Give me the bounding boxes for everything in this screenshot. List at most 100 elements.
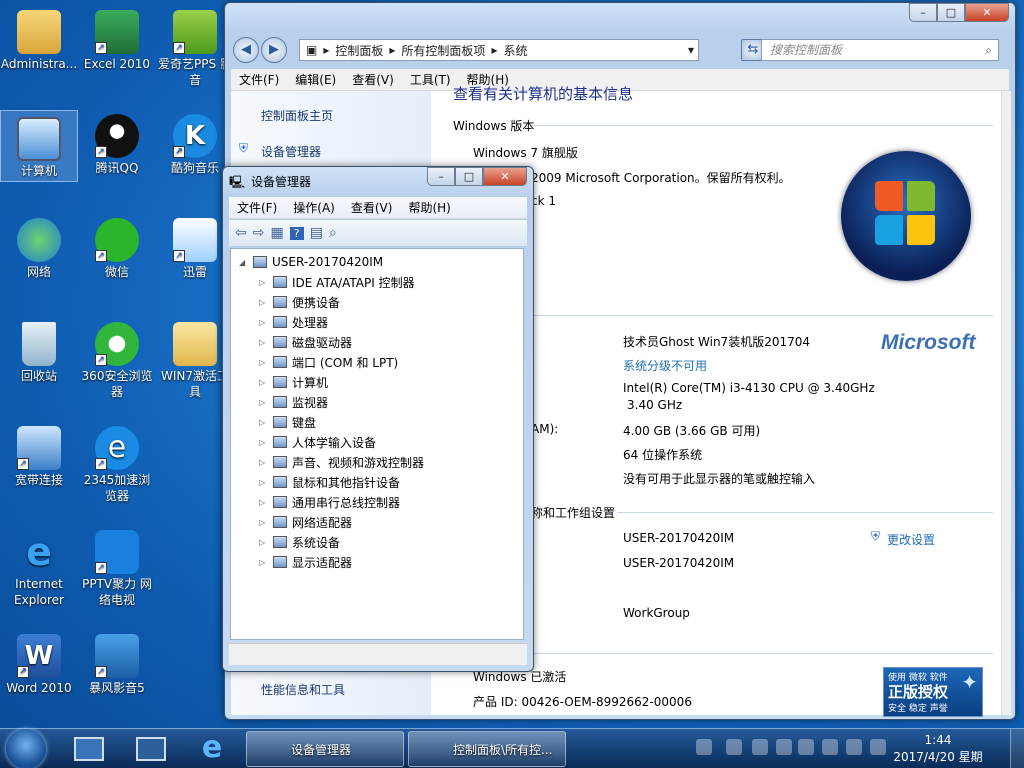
genuine-badge[interactable]: 使用 微软 软件 正版授权 安全 稳定 声誉 ✦ bbox=[883, 667, 983, 717]
ie-quicklaunch-icon[interactable]: e bbox=[196, 733, 228, 765]
tree-node-ide[interactable]: ▷ IDE ATA/ATAPI 控制器 bbox=[259, 273, 415, 291]
performance-tools-link[interactable]: 性能信息和工具 bbox=[261, 681, 345, 698]
desktop-icon-excel[interactable]: ↗ Excel 2010 bbox=[78, 4, 156, 72]
menu-help[interactable]: 帮助(H) bbox=[400, 199, 458, 216]
maximize-button[interactable]: □ bbox=[455, 167, 483, 186]
properties-icon[interactable]: ▦ bbox=[270, 225, 283, 241]
desktop-icon-ie[interactable]: e Internet Explorer bbox=[0, 524, 78, 608]
system-rating-link[interactable]: 系统分级不可用 bbox=[623, 357, 707, 374]
device-manager-link[interactable]: 设备管理器 bbox=[261, 143, 321, 160]
app-tray-icon[interactable] bbox=[798, 739, 814, 755]
desktop-icon-wechat[interactable]: ↗ 微信 bbox=[78, 212, 156, 280]
control-panel-home-link[interactable]: 控制面板主页 bbox=[261, 107, 333, 124]
menu-edit[interactable]: 编辑(E) bbox=[287, 71, 344, 88]
close-button[interactable]: ✕ bbox=[965, 3, 1009, 22]
expand-triangle-icon[interactable]: ▷ bbox=[259, 558, 269, 567]
show-desktop-quicklaunch-icon[interactable] bbox=[74, 737, 104, 761]
desktop-icon-2345-browser[interactable]: e ↗ 2345加速浏览器 bbox=[78, 420, 156, 504]
expand-triangle-icon[interactable]: ▷ bbox=[259, 538, 269, 547]
menu-action[interactable]: 操作(A) bbox=[285, 199, 343, 216]
tree-node-monitor[interactable]: ▷ 监视器 bbox=[259, 393, 328, 411]
expand-triangle-icon[interactable]: ▷ bbox=[259, 278, 269, 287]
help-icon[interactable]: ? bbox=[289, 226, 304, 240]
tree-node-portable[interactable]: ▷ 便携设备 bbox=[259, 293, 340, 311]
address-dropdown-icon[interactable]: ▾ bbox=[688, 43, 694, 57]
vertical-scrollbar[interactable] bbox=[1001, 91, 1011, 715]
address-bar[interactable]: ▣ ▸ 控制面板 ▸ 所有控制面板项 ▸ 系统 ▾ bbox=[299, 39, 699, 61]
security-tray-icon[interactable] bbox=[752, 739, 768, 755]
volume-icon[interactable] bbox=[870, 739, 886, 755]
minimize-button[interactable]: – bbox=[909, 3, 937, 22]
shield-tray-icon[interactable] bbox=[822, 739, 838, 755]
scan-hardware-icon[interactable]: ⌕ bbox=[329, 225, 337, 241]
expand-triangle-icon[interactable]: ▷ bbox=[259, 358, 269, 367]
back-arrow-icon[interactable]: ⇦ bbox=[235, 225, 247, 241]
breadcrumb-control-panel[interactable]: 控制面板 bbox=[335, 42, 383, 59]
desktop-icon-qq[interactable]: ↗ 腾讯QQ bbox=[78, 108, 156, 176]
tree-node-network[interactable]: ▷ 网络适配器 bbox=[259, 513, 352, 531]
desktop-icon-pptv[interactable]: ↗ PPTV聚力 网络电视 bbox=[78, 524, 156, 608]
tree-node-keyboard[interactable]: ▷ 键盘 bbox=[259, 413, 316, 431]
tree-node-ports[interactable]: ▷ 端口 (COM 和 LPT) bbox=[259, 353, 398, 371]
tree-node-computer[interactable]: ▷ 计算机 bbox=[259, 373, 328, 391]
tree-node-system[interactable]: ▷ 系统设备 bbox=[259, 533, 340, 551]
thunder-tray-icon[interactable] bbox=[776, 739, 792, 755]
desktop-icon-kugou[interactable]: K ↗ 酷狗音乐 bbox=[156, 108, 234, 176]
collapse-triangle-icon[interactable]: ◢ bbox=[239, 258, 249, 267]
expand-triangle-icon[interactable]: ▷ bbox=[259, 458, 269, 467]
breadcrumb-all-items[interactable]: 所有控制面板项 bbox=[401, 42, 485, 59]
desktop-icon-recycle-bin[interactable]: 回收站 bbox=[0, 316, 78, 384]
desktop-icon-word[interactable]: W ↗ Word 2010 bbox=[0, 628, 78, 696]
menu-file[interactable]: 文件(F) bbox=[229, 199, 285, 216]
desktop-icon-baofeng[interactable]: ↗ 暴风影音5 bbox=[78, 628, 156, 696]
tree-root-computer[interactable]: ◢ USER-20170420IM bbox=[239, 253, 383, 271]
menu-view[interactable]: 查看(V) bbox=[344, 71, 402, 88]
expand-triangle-icon[interactable]: ▷ bbox=[259, 398, 269, 407]
desktop-icon-360-browser[interactable]: ↗ 360安全浏览器 bbox=[78, 316, 156, 400]
minimize-button[interactable]: – bbox=[427, 167, 455, 186]
desktop-icon-computer[interactable]: 计算机 bbox=[0, 110, 78, 182]
taskbar-device-manager[interactable]: 设备管理器 bbox=[246, 731, 404, 767]
menu-tools[interactable]: 工具(T) bbox=[402, 71, 459, 88]
menu-view[interactable]: 查看(V) bbox=[343, 199, 401, 216]
tree-node-mouse[interactable]: ▷ 鼠标和其他指针设备 bbox=[259, 473, 400, 491]
tree-node-processor[interactable]: ▷ 处理器 bbox=[259, 313, 328, 331]
clock[interactable]: 1:44 2017/4/20 星期四 bbox=[890, 732, 986, 768]
tree-node-usb[interactable]: ▷ 通用串行总线控制器 bbox=[259, 493, 400, 511]
tree-node-sound[interactable]: ▷ 声音、视频和游戏控制器 bbox=[259, 453, 424, 471]
expand-triangle-icon[interactable]: ▷ bbox=[259, 298, 269, 307]
window-switcher-quicklaunch-icon[interactable] bbox=[136, 737, 166, 761]
expand-triangle-icon[interactable]: ▷ bbox=[259, 318, 269, 327]
taskbar-control-panel[interactable]: 控制面板\所有控... bbox=[408, 731, 566, 767]
expand-triangle-icon[interactable]: ▷ bbox=[259, 378, 269, 387]
forward-arrow-icon[interactable]: ⇨ bbox=[253, 225, 265, 241]
desktop-icon-broadband[interactable]: ↗ 宽带连接 bbox=[0, 420, 78, 488]
desktop-icon-administrator[interactable]: Administra... bbox=[0, 4, 78, 72]
tree-node-disk[interactable]: ▷ 磁盘驱动器 bbox=[259, 333, 352, 351]
maximize-button[interactable]: □ bbox=[937, 3, 965, 22]
keyboard-tray-icon[interactable] bbox=[696, 739, 712, 755]
expand-triangle-icon[interactable]: ▷ bbox=[259, 478, 269, 487]
change-settings-link[interactable]: 更改设置 bbox=[887, 531, 935, 548]
expand-triangle-icon[interactable]: ▷ bbox=[259, 438, 269, 447]
search-input[interactable]: 搜索控制面板 ⌕ bbox=[761, 39, 999, 61]
tree-node-display[interactable]: ▷ 显示适配器 bbox=[259, 553, 352, 571]
tree-node-hid[interactable]: ▷ 人体学输入设备 bbox=[259, 433, 376, 451]
expand-triangle-icon[interactable]: ▷ bbox=[259, 518, 269, 527]
expand-triangle-icon[interactable]: ▷ bbox=[259, 498, 269, 507]
close-button[interactable]: ✕ bbox=[483, 167, 527, 186]
back-button[interactable]: ◀ bbox=[233, 37, 259, 63]
menu-file[interactable]: 文件(F) bbox=[231, 71, 287, 88]
device-tree[interactable]: ◢ USER-20170420IM ▷ IDE ATA/ATAPI 控制器 ▷ 便携设… bbox=[230, 248, 524, 640]
desktop-icon-iqiyi[interactable]: ↗ 爱奇艺PPS 影音 bbox=[156, 4, 234, 88]
breadcrumb-system[interactable]: 系统 bbox=[503, 42, 527, 59]
expand-triangle-icon[interactable]: ▷ bbox=[259, 418, 269, 427]
action-center-icon[interactable] bbox=[726, 739, 742, 755]
network-tray-icon[interactable] bbox=[846, 739, 862, 755]
show-desktop-button[interactable] bbox=[1010, 729, 1024, 768]
expand-triangle-icon[interactable]: ▷ bbox=[259, 338, 269, 347]
update-driver-icon[interactable]: ▤ bbox=[310, 225, 323, 241]
desktop-icon-network[interactable]: 网络 bbox=[0, 212, 78, 280]
start-button[interactable] bbox=[6, 729, 46, 768]
forward-button[interactable]: ▶ bbox=[261, 37, 287, 63]
